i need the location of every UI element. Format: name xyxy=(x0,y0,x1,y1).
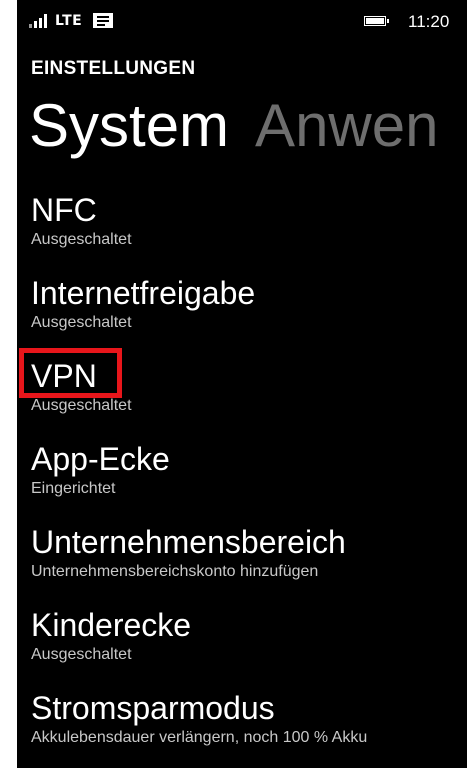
battery-icon xyxy=(364,16,389,26)
status-bar: LTE 11:20 xyxy=(17,0,467,44)
settings-item-app-corner[interactable]: App-Ecke Eingerichtet xyxy=(31,439,467,522)
vpn-highlight-box xyxy=(19,348,122,398)
settings-item-status: Ausgeschaltet xyxy=(31,646,132,663)
notification-icon xyxy=(93,13,113,28)
app-title: EINSTELLUNGEN xyxy=(31,58,196,79)
settings-item-workplace[interactable]: Unternehmensbereich Unternehmensbereichs… xyxy=(31,522,467,605)
settings-item-title: Stromsparmodus xyxy=(31,690,275,726)
settings-item-battery-saver[interactable]: Stromsparmodus Akkulebensdauer verlänger… xyxy=(31,688,467,768)
settings-item-status: Ausgeschaltet xyxy=(31,314,132,331)
settings-item-title: Kinderecke xyxy=(31,607,192,643)
settings-list: NFC Ausgeschaltet Internetfreigabe Ausge… xyxy=(19,190,467,768)
network-type: LTE xyxy=(55,13,83,29)
settings-item-title: App-Ecke xyxy=(31,441,170,477)
signal-strength-icon xyxy=(29,14,51,28)
tab-applications[interactable]: Anwen xyxy=(255,86,438,166)
phone-screen: LTE 11:20 EINSTELLUNGEN System Anwen NFC … xyxy=(17,0,467,768)
settings-item-nfc[interactable]: NFC Ausgeschaltet xyxy=(31,190,467,273)
tab-system[interactable]: System xyxy=(29,86,229,166)
settings-item-status: Ausgeschaltet xyxy=(31,397,132,414)
clock: 11:20 xyxy=(408,12,450,31)
settings-item-status: Unternehmensbereichskonto hinzufügen xyxy=(31,563,319,580)
settings-item-kids-corner[interactable]: Kinderecke Ausgeschaltet xyxy=(31,605,467,688)
settings-item-status: Eingerichtet xyxy=(31,480,116,497)
settings-item-title: Internetfreigabe xyxy=(31,275,256,311)
settings-item-title: Unternehmensbereich xyxy=(31,524,346,560)
settings-item-status: Ausgeschaltet xyxy=(31,231,132,248)
settings-item-status: Akkulebensdauer verlängern, noch 100 % A… xyxy=(31,729,368,746)
settings-item-internet-sharing[interactable]: Internetfreigabe Ausgeschaltet xyxy=(31,273,467,356)
pivot-header: System Anwen xyxy=(29,86,465,166)
settings-item-title: NFC xyxy=(31,192,97,228)
